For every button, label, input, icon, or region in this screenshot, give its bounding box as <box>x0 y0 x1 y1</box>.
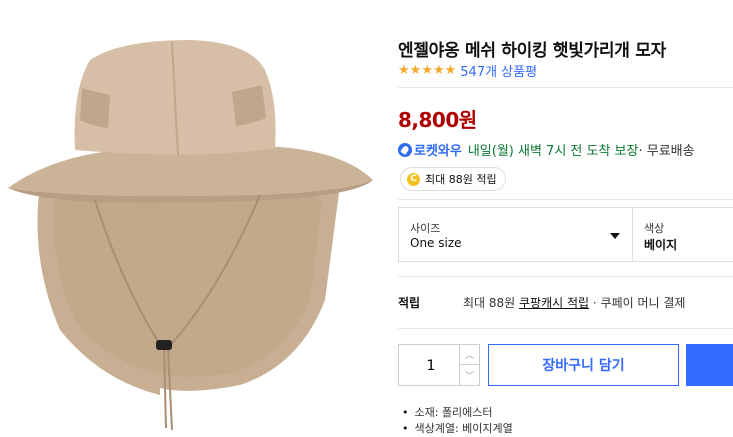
reward-desc: 최대 88원 쿠팡캐시 적립 · 쿠페이 머니 결제 <box>463 294 685 311</box>
color-label: 색상 <box>644 222 665 235</box>
reward-prefix: 최대 88원 <box>463 296 520 310</box>
coin-icon: C <box>407 172 420 186</box>
size-value: One size <box>410 236 462 250</box>
quantity-down-button[interactable]: ﹀ <box>459 365 479 385</box>
star-icon: ★ <box>432 63 445 78</box>
star-icon: ★ <box>421 63 433 78</box>
half-star-icon: ★ <box>444 63 457 78</box>
divider <box>398 199 733 200</box>
product-image <box>0 0 385 431</box>
chevron-up-icon: ︿ <box>464 351 474 361</box>
hat-illustration <box>8 40 373 431</box>
product-title: 엔젤야옹 메쉬 하이킹 햇빛가리개 모자 <box>398 41 666 61</box>
rating-row[interactable]: ★ ★ ★ ★ ★ 547개 상품평 <box>398 61 537 80</box>
spec-item: 색상계열: 베이지계열 <box>402 421 513 437</box>
quantity-up-button[interactable]: ︿ <box>459 345 479 365</box>
color-value: 베이지 <box>644 238 678 252</box>
quantity-input[interactable] <box>399 345 463 387</box>
shipping-text: · 무료배송 <box>638 144 695 159</box>
coupang-cash-link[interactable]: 쿠팡캐시 적립 <box>519 296 589 310</box>
size-select[interactable]: 사이즈 One size <box>398 207 633 262</box>
spec-item: 소재: 폴리에스터 <box>402 405 513 421</box>
color-select[interactable]: 색상 베이지 <box>632 207 733 262</box>
quantity-stepper[interactable]: ︿ ﹀ <box>398 344 480 387</box>
add-to-cart-button[interactable]: 장바구니 담기 <box>488 344 679 386</box>
rocket-badge-label: 로켓와우 <box>414 144 462 159</box>
product-info: 엔젤야옹 메쉬 하이킹 햇빛가리개 모자 ★ ★ ★ ★ ★ 547개 상품평 … <box>398 0 733 435</box>
size-label: 사이즈 <box>410 222 441 235</box>
spec-list: 소재: 폴리에스터 색상계열: 베이지계열 <box>402 405 513 437</box>
reward-badge-text: 최대 88원 적립 <box>425 173 497 186</box>
price: 8,800원 <box>398 108 477 132</box>
divider <box>398 328 733 329</box>
delivery-eta: 내일(월) 새벽 7시 전 도착 보장 <box>467 144 639 159</box>
reward-badge: C 최대 88원 적립 <box>400 167 506 191</box>
buy-now-button[interactable] <box>686 344 733 386</box>
reward-label: 적립 <box>398 296 421 310</box>
rocket-icon <box>398 142 412 157</box>
delivery-row: 로켓와우 내일(월) 새벽 7시 전 도착 보장 · 무료배송 <box>398 140 695 159</box>
reward-suffix: · 쿠페이 머니 결제 <box>589 296 686 310</box>
star-icon: ★ <box>409 63 422 78</box>
divider <box>398 87 733 88</box>
divider <box>398 276 733 277</box>
star-icon: ★ <box>398 63 410 78</box>
rating-stars: ★ ★ ★ ★ ★ <box>398 64 456 77</box>
chevron-down-icon <box>610 233 620 239</box>
chevron-down-icon: ﹀ <box>464 371 474 382</box>
review-count-link[interactable]: 547개 상품평 <box>460 61 537 80</box>
